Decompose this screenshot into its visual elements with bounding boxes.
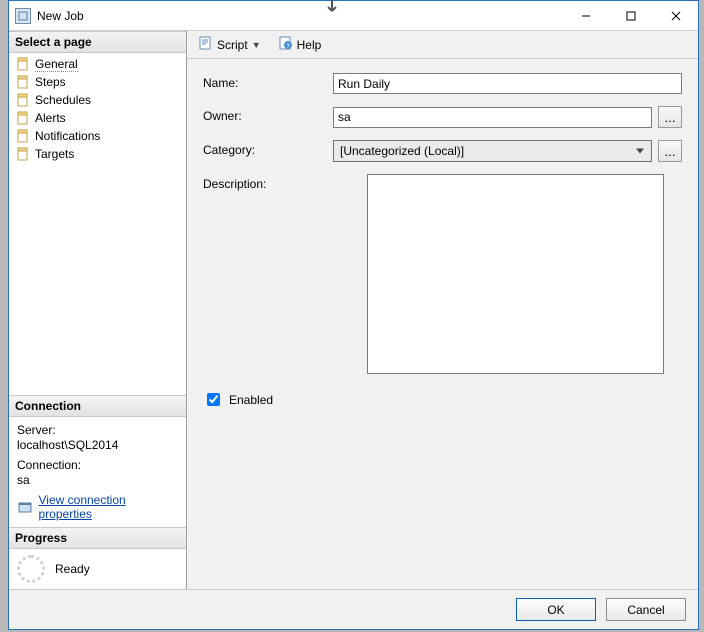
help-label: Help xyxy=(297,38,322,52)
name-input[interactable] xyxy=(333,73,682,94)
sidebar-item-targets[interactable]: Targets xyxy=(9,145,186,163)
main-panel: Script ▼ ? Help Name: xyxy=(187,31,698,589)
form: Name: Owner: ... Category: xyxy=(187,59,698,589)
page-icon xyxy=(15,92,31,108)
category-browse-button[interactable]: ... xyxy=(658,140,682,162)
cancel-button[interactable]: Cancel xyxy=(606,598,686,621)
category-label: Category: xyxy=(203,140,333,157)
app-icon xyxy=(15,8,31,24)
sidebar-item-label: General xyxy=(35,57,78,72)
page-icon xyxy=(15,74,31,90)
sidebar-item-label: Alerts xyxy=(35,111,66,125)
page-icon xyxy=(15,110,31,126)
ok-button[interactable]: OK xyxy=(516,598,596,621)
body: Select a page General Steps xyxy=(9,31,698,589)
description-label: Description: xyxy=(203,174,333,191)
progress-status: Ready xyxy=(55,562,90,576)
script-label: Script xyxy=(217,38,248,52)
enabled-label: Enabled xyxy=(229,393,273,407)
sidebar-item-label: Schedules xyxy=(35,93,91,107)
select-page-header: Select a page xyxy=(9,31,186,53)
owner-label: Owner: xyxy=(203,106,333,123)
enabled-checkbox[interactable] xyxy=(207,393,220,406)
server-label: Server: xyxy=(17,423,178,437)
footer: OK Cancel xyxy=(9,589,698,629)
minimize-button[interactable] xyxy=(563,1,608,30)
titlebar: New Job xyxy=(9,1,698,31)
progress-body: Ready xyxy=(9,549,186,589)
sidebar: Select a page General Steps xyxy=(9,31,187,589)
script-icon xyxy=(199,36,213,53)
toolbar: Script ▼ ? Help xyxy=(187,31,698,59)
help-button[interactable]: ? Help xyxy=(275,34,326,55)
description-textarea[interactable] xyxy=(367,174,664,374)
name-label: Name: xyxy=(203,73,333,90)
page-icon xyxy=(15,56,31,72)
page-icon xyxy=(15,128,31,144)
connection-body: Server: localhost\SQL2014 Connection: sa… xyxy=(9,417,186,527)
sidebar-item-label: Targets xyxy=(35,147,74,161)
sidebar-item-label: Steps xyxy=(35,75,66,89)
category-select[interactable]: [Uncategorized (Local)] xyxy=(333,140,652,162)
connection-label: Connection: xyxy=(17,458,178,472)
sidebar-item-alerts[interactable]: Alerts xyxy=(9,109,186,127)
connection-value: sa xyxy=(17,473,178,487)
server-value: localhost\SQL2014 xyxy=(17,438,178,452)
sidebar-item-label: Notifications xyxy=(35,129,100,143)
maximize-button[interactable] xyxy=(608,1,653,30)
window-title: New Job xyxy=(37,9,563,23)
window-controls xyxy=(563,1,698,30)
sidebar-item-schedules[interactable]: Schedules xyxy=(9,91,186,109)
close-button[interactable] xyxy=(653,1,698,30)
chevron-down-icon: ▼ xyxy=(252,40,261,50)
sidebar-item-general[interactable]: General xyxy=(9,55,186,73)
connection-properties-icon xyxy=(17,499,33,515)
progress-spinner-icon xyxy=(17,555,45,583)
view-connection-properties-link[interactable]: View connection properties xyxy=(39,493,178,521)
sidebar-item-steps[interactable]: Steps xyxy=(9,73,186,91)
owner-input[interactable] xyxy=(333,107,652,128)
owner-browse-button[interactable]: ... xyxy=(658,106,682,128)
nav-list: General Steps Schedules xyxy=(9,53,186,395)
connection-header: Connection xyxy=(9,395,186,417)
script-button[interactable]: Script ▼ xyxy=(195,34,265,55)
help-icon: ? xyxy=(279,36,293,53)
page-icon xyxy=(15,146,31,162)
new-job-window: New Job Select a page General xyxy=(8,0,699,630)
progress-header: Progress xyxy=(9,527,186,549)
sidebar-item-notifications[interactable]: Notifications xyxy=(9,127,186,145)
